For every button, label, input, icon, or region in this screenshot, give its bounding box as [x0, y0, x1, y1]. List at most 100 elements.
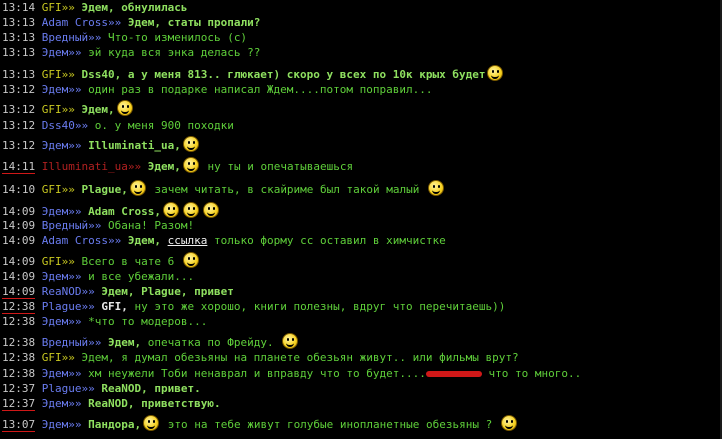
message-mention: GFI, — [101, 300, 128, 313]
message-text: один раз в подарке написал Ждем....потом… — [88, 83, 433, 96]
grin-smiley-icon — [282, 333, 299, 349]
message-text: Эдем, я думал обезьяны на планете обезья… — [81, 351, 519, 364]
chat-message: 13:12 Эдем»» один раз в подарке написал … — [2, 81, 433, 99]
chat-message: 14:10 GFI»» Plague, зачем читать, в скай… — [2, 180, 446, 199]
timestamp: 14:09 — [2, 255, 36, 268]
separator: »» — [88, 336, 102, 349]
nickname[interactable]: Эдем — [42, 418, 69, 431]
nickname[interactable]: Dss40 — [42, 119, 75, 132]
nickname[interactable]: ReaNOD — [42, 285, 82, 298]
nickname[interactable]: GFI — [42, 68, 62, 81]
nickname[interactable]: GFI — [42, 183, 62, 196]
separator: »» — [61, 351, 75, 364]
nickname[interactable]: Эдем — [42, 367, 69, 380]
message-text: Dss40, а у меня 813.. глюкает) скоро у в… — [81, 68, 486, 81]
message-text: зачем читать, в скайриме был такой малый — [154, 183, 420, 196]
timestamp: 14:09 — [2, 219, 36, 232]
nickname[interactable]: Эдем — [42, 315, 69, 328]
timestamp: 13:13 — [2, 46, 36, 59]
nickname[interactable]: GFI — [42, 255, 62, 268]
grin-smiley-icon — [129, 180, 146, 196]
timestamp: 13:13 — [2, 68, 36, 81]
message-text: ну ты и опечатываешься — [207, 160, 354, 173]
chat-message: 12:38 Эдем»» *что то модеров... — [2, 313, 207, 331]
message-text: Что-то изменилось (с) — [107, 31, 248, 44]
nickname[interactable]: Эдем — [42, 139, 69, 152]
separator: »» — [61, 103, 75, 116]
message-link[interactable]: ссылка — [168, 234, 208, 247]
chat-message: 14:09 Adam Cross»» Эдем, ссылка только ф… — [2, 232, 446, 250]
timestamp: 13:14 — [2, 1, 36, 14]
nickname[interactable]: Plague — [42, 300, 82, 313]
nickname[interactable]: Вредный — [42, 219, 88, 232]
timestamp: 12:38 — [2, 300, 36, 314]
message-text: опечатка по Фрейду. — [147, 336, 274, 349]
chat-message: 13:12 Эдем»» Illuminati_ua, — [2, 136, 201, 155]
separator: »» — [61, 1, 75, 14]
separator: »» — [88, 31, 102, 44]
grin-smiley-icon — [182, 157, 199, 173]
message-mention: Эдем, — [127, 234, 161, 247]
message-text: эй куда вся энка делась ?? — [88, 46, 261, 59]
timestamp: 13:12 — [2, 139, 36, 152]
grin-smiley-icon — [162, 202, 179, 218]
nickname[interactable]: Эдем — [42, 270, 69, 283]
grin-smiley-icon — [182, 202, 199, 218]
chat-message: 14:11 Illuminati_ua»» Эдем, ну ты и опеч… — [2, 157, 354, 176]
redaction-mark — [425, 371, 482, 377]
message-text: о. у меня 900 походки — [94, 119, 234, 132]
nickname[interactable]: GFI — [42, 103, 62, 116]
message-text: ReaNOD, приветствую. — [88, 397, 221, 410]
separator: »» — [68, 139, 82, 152]
message-text: хм неужели Тоби ненаврал и вправду что т… — [88, 367, 426, 380]
chat-message: 12:37 Эдем»» ReaNOD, приветствую. — [2, 395, 221, 413]
timestamp: 12:38 — [2, 367, 36, 380]
message-text: Эдем, статы пропали? — [127, 16, 261, 29]
message-mention: Plague, — [81, 183, 128, 196]
nickname[interactable]: Вредный — [42, 31, 88, 44]
separator: »» — [81, 382, 95, 395]
timestamp: 12:38 — [2, 336, 36, 349]
grin-smiley-icon — [202, 202, 219, 218]
smile-smiley-icon — [428, 180, 445, 196]
separator: »» — [88, 219, 102, 232]
chat-message: 13:13 Эдем»» эй куда вся энка делась ?? — [2, 44, 260, 62]
nickname[interactable]: Вредный — [42, 336, 88, 349]
nickname[interactable]: Plague — [42, 382, 82, 395]
nickname[interactable]: GFI — [42, 1, 62, 14]
nickname[interactable]: Эдем — [42, 46, 69, 59]
nickname[interactable]: Эдем — [42, 397, 69, 410]
nickname[interactable]: Adam Cross — [42, 234, 108, 247]
message-text: Эдем, Plague, привет — [101, 285, 234, 298]
timestamp: 13:12 — [2, 119, 36, 132]
separator: »» — [68, 270, 82, 283]
separator: »» — [81, 300, 95, 313]
message-mention: Эдем, — [147, 160, 181, 173]
message-text: ну это же хорошо, книги полезны, вдруг ч… — [134, 300, 506, 313]
grin-smiley-icon — [500, 415, 517, 431]
separator: »» — [68, 367, 82, 380]
message-text: Обана! Разом! — [107, 219, 195, 232]
nickname[interactable]: Adam Cross — [42, 16, 108, 29]
grin-smiley-icon — [116, 100, 133, 116]
timestamp: 13:07 — [2, 418, 36, 432]
nickname[interactable]: Illuminati_ua — [42, 160, 128, 173]
timestamp: 14:09 — [2, 234, 36, 247]
message-mention: Пандора, — [88, 418, 142, 431]
timestamp: 13:12 — [2, 103, 36, 116]
separator: »» — [81, 285, 95, 298]
message-text: *что то модеров... — [88, 315, 208, 328]
message-text: ReaNOD, привет. — [101, 382, 201, 395]
nickname[interactable]: Эдем — [42, 83, 69, 96]
message-mention: Эдем, — [107, 336, 142, 349]
separator: »» — [127, 160, 142, 173]
separator: »» — [61, 183, 75, 196]
message-text-tail: что то много.. — [488, 367, 582, 380]
shocked-smiley-icon — [182, 136, 199, 152]
nickname[interactable]: GFI — [42, 351, 62, 364]
message-text: Эдем, — [81, 103, 115, 116]
message-text: это на тебе живут голубые инопланетные о… — [167, 418, 493, 431]
separator: »» — [68, 46, 82, 59]
separator: »» — [74, 119, 89, 132]
separator: »» — [61, 255, 75, 268]
